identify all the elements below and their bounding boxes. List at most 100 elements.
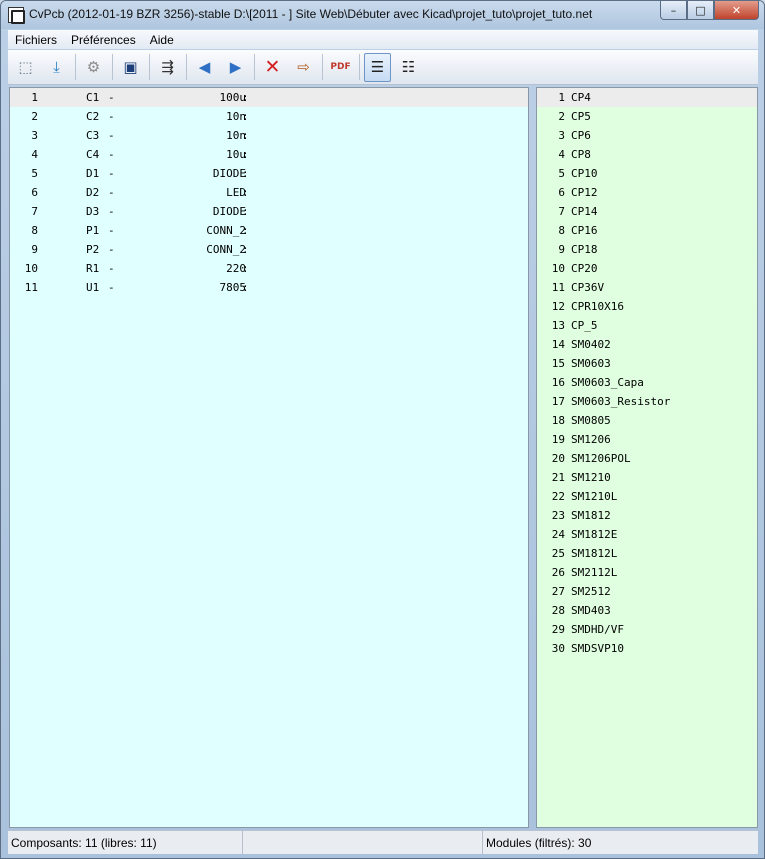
- export-icon[interactable]: ⇨: [290, 53, 317, 82]
- footprint-row[interactable]: 30 SMDSVP10: [537, 639, 757, 658]
- component-reference: C4: [86, 148, 100, 161]
- component-row[interactable]: 3 C3- 10n:: [10, 126, 528, 145]
- schematic-icon[interactable]: ⬚: [12, 53, 39, 82]
- footprint-index: 17: [551, 395, 565, 408]
- footprint-row[interactable]: 23 SM1812: [537, 506, 757, 525]
- pdf-icon[interactable]: PDF: [327, 53, 354, 82]
- footprint-name: CP8: [571, 148, 591, 161]
- menu-fichiers[interactable]: Fichiers: [8, 33, 64, 47]
- component-index: 10: [24, 262, 38, 275]
- footprint-row[interactable]: 27 SM2512: [537, 582, 757, 601]
- footprint-row[interactable]: 7 CP14: [537, 202, 757, 221]
- footprint-name: SMDHD/VF: [571, 623, 624, 636]
- title-bar[interactable]: CvPcb (2012-01-19 BZR 3256)-stable D:\[2…: [1, 1, 764, 29]
- settings-gear-icon[interactable]: ⚙: [80, 53, 107, 82]
- footprint-row[interactable]: 12 CPR10X16: [537, 297, 757, 316]
- toolbar-separator: [359, 54, 360, 80]
- component-row[interactable]: 8 P1- CONN_2:: [10, 221, 528, 240]
- component-footprint: :: [242, 243, 249, 256]
- status-bar: Composants: 11 (libres: 11) Modules (fil…: [8, 830, 758, 854]
- delete-associations-icon[interactable]: ✕: [259, 53, 286, 82]
- footprint-row[interactable]: 29 SMDHD/VF: [537, 620, 757, 639]
- footprint-row[interactable]: 20 SM1206POL: [537, 449, 757, 468]
- previous-arrow-icon[interactable]: ◀: [191, 53, 218, 82]
- footprint-index: 21: [551, 471, 565, 484]
- minimize-button[interactable]: –: [660, 1, 687, 20]
- footprint-name: CP4: [571, 91, 591, 104]
- filter-list-icon[interactable]: ☰: [364, 52, 391, 82]
- footprint-row[interactable]: 24 SM1812E: [537, 525, 757, 544]
- footprint-row[interactable]: 16 SM0603_Capa: [537, 373, 757, 392]
- component-index: 4: [31, 148, 38, 161]
- status-middle: [243, 831, 483, 854]
- component-footprint: :: [242, 224, 249, 237]
- footprint-row[interactable]: 13 CP_5: [537, 316, 757, 335]
- footprint-name: CP18: [571, 243, 598, 256]
- footprint-index: 13: [551, 319, 565, 332]
- app-window: CvPcb (2012-01-19 BZR 3256)-stable D:\[2…: [0, 0, 765, 859]
- component-row[interactable]: 10 R1- 220:: [10, 259, 528, 278]
- footprint-name: SM1210: [571, 471, 611, 484]
- footprint-row[interactable]: 14 SM0402: [537, 335, 757, 354]
- footprint-row[interactable]: 9 CP18: [537, 240, 757, 259]
- component-separator: -: [108, 110, 115, 123]
- footprint-row[interactable]: 22 SM1210L: [537, 487, 757, 506]
- component-index: 6: [31, 186, 38, 199]
- component-row[interactable]: 2 C2- 10n:: [10, 107, 528, 126]
- view-footprint-icon[interactable]: ▣: [117, 53, 144, 82]
- toolbar-separator: [75, 54, 76, 80]
- component-reference: D2: [86, 186, 100, 199]
- component-row[interactable]: 11 U1- 7805:: [10, 278, 528, 297]
- footprint-row[interactable]: 26 SM2112L: [537, 563, 757, 582]
- footprint-row[interactable]: 11 CP36V: [537, 278, 757, 297]
- footprint-row[interactable]: 4 CP8: [537, 145, 757, 164]
- footprint-row[interactable]: 18 SM0805: [537, 411, 757, 430]
- footprint-row[interactable]: 17 SM0603_Resistor: [537, 392, 757, 411]
- footprints-list[interactable]: 1 CP4 2 CP5 3 CP6 4 CP8 5 CP10 6 CP12 7 CP14 8 CP16 9 CP1…: [536, 87, 758, 828]
- component-index: 11: [24, 281, 38, 294]
- component-row[interactable]: 1 C1- 100u:: [10, 88, 528, 107]
- component-index: 2: [31, 110, 38, 123]
- component-row[interactable]: 9 P2- CONN_2:: [10, 240, 528, 259]
- save-icon[interactable]: ⤓: [43, 53, 70, 82]
- footprint-name: SM2112L: [571, 566, 618, 579]
- footprint-name: CP10: [571, 167, 598, 180]
- component-row[interactable]: 6 D2- LED:: [10, 183, 528, 202]
- footprint-row[interactable]: 28 SMD403: [537, 601, 757, 620]
- maximize-button[interactable]: □: [687, 1, 714, 20]
- next-arrow-icon[interactable]: ▶: [222, 53, 249, 82]
- auto-associate-icon[interactable]: ⇶: [154, 53, 181, 82]
- component-value: CONN_2: [206, 224, 246, 237]
- footprint-index: 9: [558, 243, 565, 256]
- component-row[interactable]: 7 D3- DIODE:: [10, 202, 528, 221]
- footprint-row[interactable]: 6 CP12: [537, 183, 757, 202]
- footprint-row[interactable]: 8 CP16: [537, 221, 757, 240]
- close-button[interactable]: ✕: [714, 1, 759, 20]
- component-footprint: :: [242, 129, 249, 142]
- menu-aide[interactable]: Aide: [143, 33, 181, 47]
- footprint-row[interactable]: 15 SM0603: [537, 354, 757, 373]
- footprint-index: 10: [551, 262, 565, 275]
- component-index: 8: [31, 224, 38, 237]
- footprint-name: SM2512: [571, 585, 611, 598]
- footprint-row[interactable]: 5 CP10: [537, 164, 757, 183]
- components-list[interactable]: 1 C1-100u:2 C2-10n:3 C3-10n:4 C4-10u:5 D1- DIO…: [9, 87, 529, 828]
- footprint-row[interactable]: 3 CP6: [537, 126, 757, 145]
- footprint-row[interactable]: 25 SM1812L: [537, 544, 757, 563]
- window-controls: – □ ✕: [660, 1, 759, 21]
- footprint-row[interactable]: 19 SM1206: [537, 430, 757, 449]
- footprint-row[interactable]: 1 CP4: [537, 88, 757, 107]
- footprint-index: 24: [551, 528, 565, 541]
- footprint-index: 26: [551, 566, 565, 579]
- menu-preferences[interactable]: Préférences: [64, 33, 143, 47]
- footprint-name: CP14: [571, 205, 598, 218]
- footprint-row[interactable]: 2 CP5: [537, 107, 757, 126]
- footprint-name: CP5: [571, 110, 591, 123]
- component-row[interactable]: 5 D1- DIODE:: [10, 164, 528, 183]
- footprint-row[interactable]: 10 CP20: [537, 259, 757, 278]
- component-footprint: :: [242, 110, 249, 123]
- full-list-icon[interactable]: ☷: [395, 53, 422, 82]
- footprint-row[interactable]: 21 SM1210: [537, 468, 757, 487]
- footprint-name: SMD403: [571, 604, 611, 617]
- component-row[interactable]: 4 C4- 10u:: [10, 145, 528, 164]
